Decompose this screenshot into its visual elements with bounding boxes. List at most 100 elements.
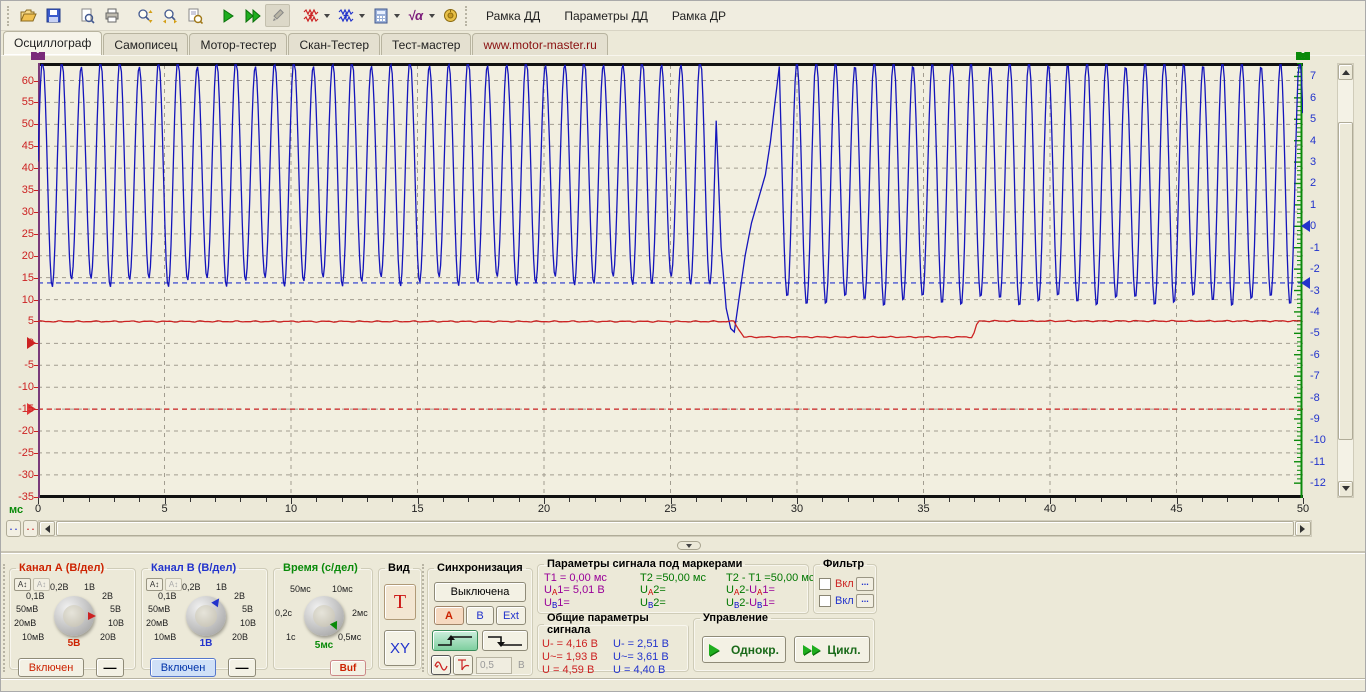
marker-dots-b-button[interactable]: . . (23, 520, 38, 537)
tab-5[interactable]: Тест-мастер (381, 33, 471, 55)
single-run-button[interactable]: Однокр. (702, 636, 786, 663)
scroll-up-button[interactable] (1338, 64, 1353, 80)
x-axis-tick (493, 498, 494, 502)
waveform-canvas[interactable] (38, 63, 1303, 498)
filter-a-checkbox[interactable] (819, 578, 831, 590)
tab-6[interactable]: www.motor-master.ru (472, 33, 607, 55)
panel-collapse-button[interactable] (677, 541, 701, 550)
sync-falling-edge-button[interactable] (482, 630, 528, 651)
autoset-b2-button[interactable]: A↕ (165, 578, 182, 591)
sync-off-button[interactable]: Выключена (434, 582, 526, 602)
channel-b-zero-marker[interactable] (1295, 220, 1310, 232)
toolbar-grip[interactable] (7, 6, 12, 26)
sync-mode-wave-button[interactable] (431, 655, 451, 675)
autoset-b-button[interactable]: A↕ (146, 578, 163, 591)
horizontal-scrollbar[interactable] (38, 520, 1312, 537)
signal-b-generator-button[interactable] (333, 4, 358, 27)
left-axis-label: -35 (5, 491, 34, 503)
left-arrow-icon (41, 525, 50, 533)
horizontal-scroll-thumb[interactable] (56, 521, 1294, 536)
sound-button[interactable] (438, 4, 463, 27)
frame-dr-button[interactable]: Рамка ДР (660, 6, 738, 26)
sync-source-a-button[interactable]: А (434, 606, 464, 625)
right-axis-label: -4 (1310, 306, 1334, 318)
x-axis-tick (1227, 498, 1228, 502)
dropdown-arrow-icon[interactable] (324, 14, 330, 21)
zoom-page-button[interactable] (182, 4, 207, 27)
control-panel: Канал А (В/дел) A↕ A↕ 10мВ 20мВ 50мВ 0,1… (1, 553, 1366, 679)
marker-param-value: T1 = 0,00 мс (544, 572, 640, 584)
scroll-left-button[interactable] (39, 521, 55, 536)
start-cycle-button[interactable] (240, 4, 265, 27)
printer-icon (104, 8, 120, 23)
zoom-horizontal-button[interactable] (157, 4, 182, 27)
left-axis-tick (34, 168, 38, 169)
tab-4[interactable]: Скан-Тестер (288, 33, 380, 55)
edit-button[interactable] (265, 4, 290, 27)
toolbar-grip[interactable] (465, 6, 470, 26)
save-button[interactable] (41, 4, 66, 27)
channel-b-power-button[interactable]: Включен (150, 658, 216, 677)
channel-b-invert-button[interactable]: — (228, 658, 256, 677)
vertical-scroll-thumb[interactable] (1338, 122, 1353, 440)
marker-params-title: Параметры сигнала под маркерами (544, 558, 745, 570)
left-axis-tick (34, 365, 38, 366)
print-button[interactable] (99, 4, 124, 27)
dropdown-arrow-icon[interactable] (359, 14, 365, 21)
dial-label: 1с (286, 632, 296, 642)
print-preview-button[interactable] (74, 4, 99, 27)
left-axis-tick (34, 343, 38, 344)
zoom-vertical-button[interactable] (132, 4, 157, 27)
general-params-channel-a: U- = 4,16 ВU~= 1,93 ВU = 4,59 ВF =не опр… (542, 638, 607, 671)
tab-1[interactable]: Осциллограф (3, 31, 102, 55)
scroll-right-button[interactable] (1295, 521, 1311, 536)
left-axis-tick (34, 409, 38, 410)
filter-a-label: Вкл (835, 578, 854, 590)
scroll-down-button[interactable] (1338, 481, 1353, 497)
marker-dots-a-button[interactable]: . . (6, 520, 21, 537)
channel-a-invert-button[interactable]: — (96, 658, 124, 677)
view-time-button[interactable]: T (384, 584, 416, 620)
x-axis-tick (1278, 498, 1279, 502)
autoset-a-button[interactable]: A↕ (14, 578, 31, 591)
dropdown-arrow-icon[interactable] (429, 14, 435, 21)
signal-a-generator-button[interactable] (298, 4, 323, 27)
sync-rising-edge-button[interactable] (432, 630, 478, 651)
dial-label: 2В (234, 591, 245, 601)
sync-level-input[interactable] (476, 657, 512, 674)
math-function-button[interactable]: √α (403, 4, 428, 27)
autoset-a2-button[interactable]: A↕ (33, 578, 50, 591)
tab-3[interactable]: Мотор-тестер (189, 33, 287, 55)
cycle-run-button[interactable]: Цикл. (794, 636, 870, 663)
sync-level-unit: В (518, 660, 525, 671)
vertical-scrollbar[interactable] (1337, 63, 1354, 498)
time-marker-2[interactable]: 2 (1296, 52, 1310, 78)
tab-2[interactable]: Самописец (103, 33, 188, 55)
filter-a-options-button[interactable]: ... (856, 577, 874, 591)
channel-b-trigger-marker[interactable] (1295, 277, 1310, 289)
x-axis-tick (1151, 498, 1152, 502)
x-axis-tick (696, 498, 697, 502)
dial-label: 5В (242, 604, 253, 614)
sync-source-b-button[interactable]: В (466, 606, 494, 625)
calculator-button[interactable] (368, 4, 393, 27)
filter-b-checkbox[interactable] (819, 595, 831, 607)
view-xy-button[interactable]: XY (384, 630, 416, 666)
filter-b-options-button[interactable]: ... (856, 594, 874, 608)
start-button[interactable] (215, 4, 240, 27)
channel-a-power-button[interactable]: Включен (18, 658, 84, 677)
x-axis-tick (266, 498, 267, 502)
dropdown-arrow-icon[interactable] (394, 14, 400, 21)
buffer-button[interactable]: Buf (330, 660, 366, 676)
left-axis-tick (34, 234, 38, 235)
sync-mode-level-button[interactable] (453, 655, 473, 675)
x-axis-tick (392, 498, 393, 502)
frame-dd-button[interactable]: Рамка ДД (474, 6, 552, 26)
general-param-value: U = 4,59 В (542, 664, 607, 677)
sync-source-ext-button[interactable]: Ext (496, 606, 526, 625)
dial-label: 50мВ (16, 604, 38, 614)
open-file-button[interactable] (16, 4, 41, 27)
params-dd-button[interactable]: Параметры ДД (552, 6, 660, 26)
right-axis-label: 3 (1310, 156, 1334, 168)
marker-param-value: T2 =50,00 мс (640, 572, 726, 584)
